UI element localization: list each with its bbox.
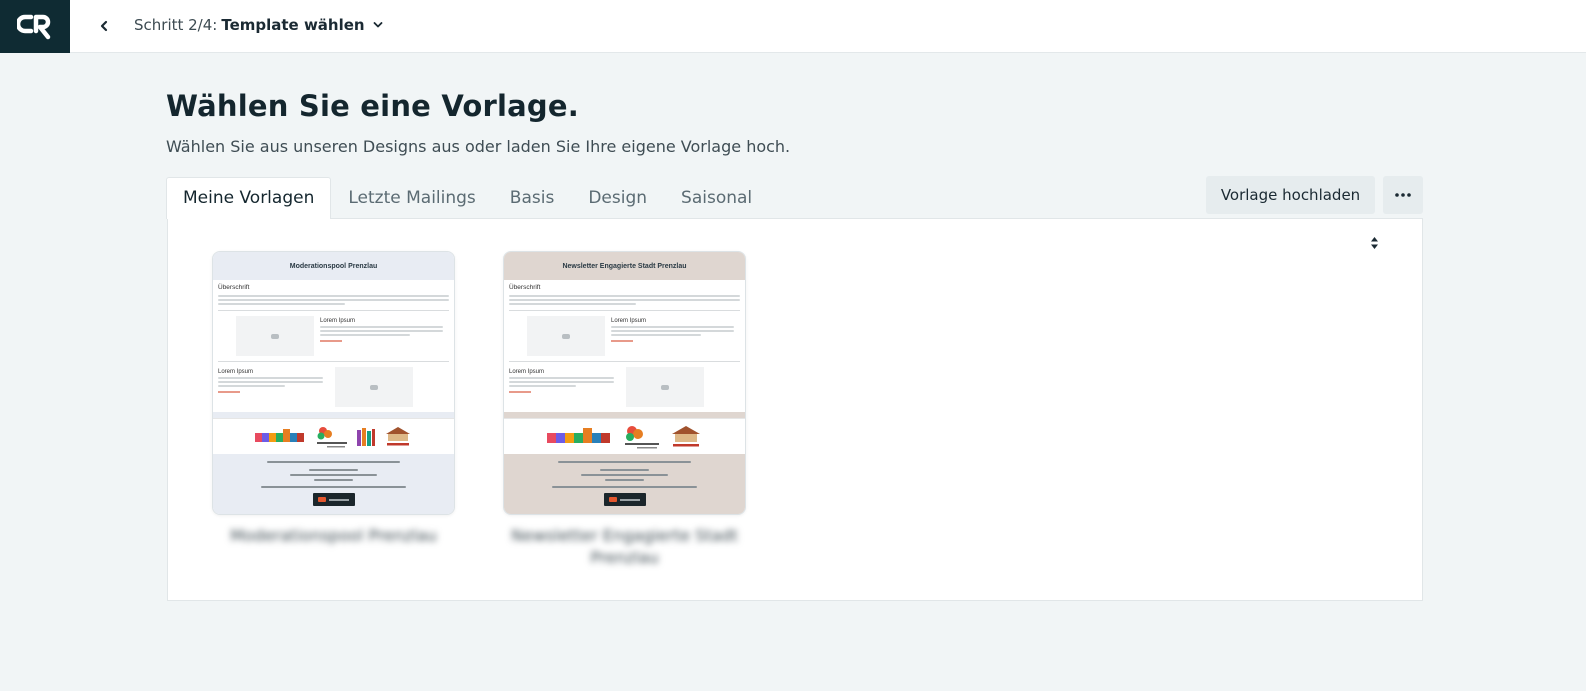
image-placeholder xyxy=(236,316,314,356)
diester-logo-icon xyxy=(385,426,410,445)
thumb-block-title: Lorem Ipsum xyxy=(218,369,254,375)
thumb-heading: Überschrift xyxy=(218,284,250,291)
image-placeholder xyxy=(626,367,704,407)
chevron-down-icon xyxy=(373,21,383,29)
engagierte-stadt-logo-icon xyxy=(316,426,347,447)
top-bar: Schritt 2/4: Template wählen xyxy=(0,0,1586,53)
thumb-logos xyxy=(213,418,454,454)
prenzlau-logo-icon xyxy=(546,427,610,443)
template-card[interactable]: Newsletter Engagierte Stadt Prenzlau Übe… xyxy=(503,251,746,569)
thumb-header: Moderationspool Prenzlau xyxy=(213,252,454,280)
template-thumbnail[interactable]: Newsletter Engagierte Stadt Prenzlau Übe… xyxy=(503,251,746,515)
thumb-block-title: Lorem Ipsum xyxy=(509,369,545,375)
template-name[interactable]: Moderationspool Prenzlau xyxy=(212,525,455,547)
chevron-left-icon xyxy=(100,20,108,32)
tab-letzte-mailings[interactable]: Letzte Mailings xyxy=(331,177,492,218)
template-name[interactable]: Newsletter Engagierte Stadt Prenzlau xyxy=(503,525,746,569)
diester-logo-icon xyxy=(671,425,700,446)
tab-basis[interactable]: Basis xyxy=(493,177,572,218)
more-options-button[interactable] xyxy=(1383,176,1423,214)
thumb-header: Newsletter Engagierte Stadt Prenzlau xyxy=(504,252,745,280)
templates-panel: Moderationspool Prenzlau Überschrift Lor… xyxy=(167,218,1423,601)
step-prefix: Schritt 2/4: xyxy=(134,16,218,34)
prenzlau-logo-icon xyxy=(254,428,304,442)
sort-icon xyxy=(1370,237,1378,249)
tab-design[interactable]: Design xyxy=(571,177,664,218)
thumb-heading: Überschrift xyxy=(509,284,541,291)
tab-meine-vorlagen[interactable]: Meine Vorlagen xyxy=(166,177,332,219)
step-selector[interactable]: Schritt 2/4: Template wählen xyxy=(134,15,383,35)
thumb-logos xyxy=(504,418,745,454)
upload-template-button[interactable]: Vorlage hochladen xyxy=(1206,176,1375,214)
thumb-footer xyxy=(504,454,745,514)
step-title: Template wählen xyxy=(221,16,365,34)
template-tabs: Meine Vorlagen Letzte Mailings Basis Des… xyxy=(166,177,769,219)
cr-logo-icon xyxy=(17,14,51,39)
cleverreach-badge-icon xyxy=(603,493,646,506)
page-subtitle: Wählen Sie aus unseren Designs aus oder … xyxy=(166,137,791,156)
image-placeholder xyxy=(335,367,413,407)
thumb-footer xyxy=(213,454,454,514)
template-card[interactable]: Moderationspool Prenzlau Überschrift Lor… xyxy=(212,251,455,547)
books-logo-icon xyxy=(356,427,375,446)
more-horizontal-icon xyxy=(1395,193,1411,197)
sort-button[interactable] xyxy=(1364,233,1384,253)
template-thumbnail[interactable]: Moderationspool Prenzlau Überschrift Lor… xyxy=(212,251,455,515)
app-logo[interactable] xyxy=(0,0,70,53)
tab-saisonal[interactable]: Saisonal xyxy=(664,177,769,218)
thumb-block-title: Lorem Ipsum xyxy=(320,318,356,324)
thumb-body: Überschrift Lorem Ipsum Lorem Ipsum xyxy=(213,280,454,412)
back-button[interactable] xyxy=(92,14,116,38)
engagierte-stadt-logo-icon xyxy=(624,425,659,448)
page-title: Wählen Sie eine Vorlage. xyxy=(166,89,579,123)
thumb-body: Überschrift Lorem Ipsum Lorem Ipsum xyxy=(504,280,745,412)
thumb-block-title: Lorem Ipsum xyxy=(611,318,647,324)
cleverreach-badge-icon xyxy=(312,493,355,506)
image-placeholder xyxy=(527,316,605,356)
